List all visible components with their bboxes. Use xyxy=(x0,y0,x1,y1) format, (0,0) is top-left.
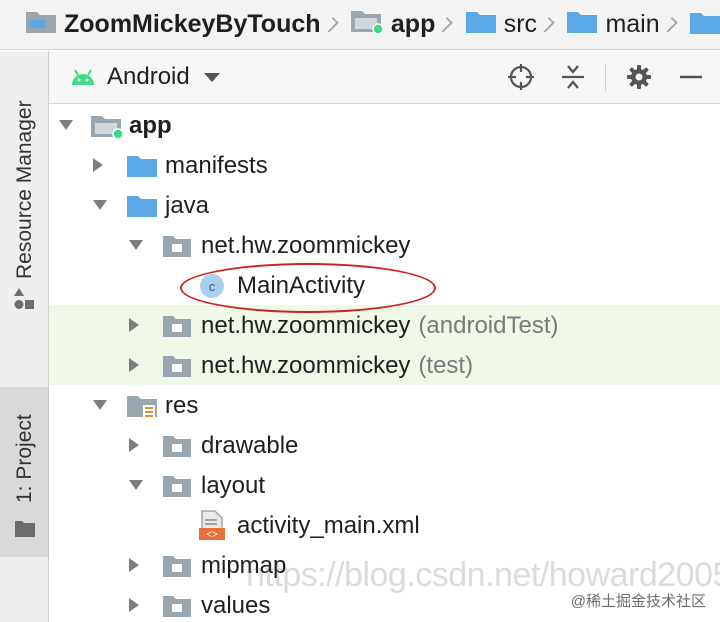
collapse-arrow-icon[interactable] xyxy=(93,158,103,172)
chevron-right-icon xyxy=(539,16,556,33)
package-icon xyxy=(163,353,191,384)
folder-icon xyxy=(567,9,598,40)
gear-icon xyxy=(627,65,651,89)
folder-icon xyxy=(15,521,35,537)
tree-node-res[interactable]: res xyxy=(49,385,720,425)
resource-manager-label: Resource Manager xyxy=(13,100,36,279)
shapes-icon xyxy=(14,288,34,309)
folder-icon xyxy=(465,9,496,40)
tree-node-net-hw-zoommickey[interactable]: net.hw.zoommickey (androidTest) xyxy=(49,305,720,345)
collapse-all-button[interactable] xyxy=(557,61,589,93)
tree-node-suffix: (androidTest) xyxy=(418,312,559,339)
package-icon xyxy=(163,313,191,344)
tree-node-activity-main-xml[interactable]: <> activity_main.xml xyxy=(49,505,720,545)
toolbar-divider xyxy=(605,63,606,91)
tree-node-label: net.hw.zoommickey xyxy=(201,232,411,259)
breadcrumb-item-src[interactable]: src xyxy=(465,9,538,40)
res-folder-icon xyxy=(127,393,157,426)
tree-node-label: layout xyxy=(201,472,266,499)
tree-node-label: activity_main.xml xyxy=(237,512,420,539)
tree-node-net-hw-zoommickey[interactable]: net.hw.zoommickey xyxy=(49,225,720,265)
expand-arrow-icon[interactable] xyxy=(129,240,143,250)
tree-node-app[interactable]: app xyxy=(49,105,720,145)
collapse-all-icon xyxy=(562,65,584,89)
locate-file-button[interactable] xyxy=(505,61,537,93)
breadcrumb-item-app[interactable]: app xyxy=(350,8,436,41)
project-tab-label: 1: Project xyxy=(13,414,36,503)
folder-icon xyxy=(127,193,157,224)
android-icon xyxy=(72,69,94,85)
breadcrumb-label: ZoomMickeyByTouch xyxy=(64,10,321,38)
chevron-down-icon xyxy=(203,72,220,82)
settings-button[interactable] xyxy=(623,61,655,93)
tree-node-manifests[interactable]: manifests xyxy=(49,145,720,185)
project-folder-icon xyxy=(26,9,56,40)
collapse-arrow-icon[interactable] xyxy=(129,318,139,332)
folder-icon xyxy=(690,10,720,39)
collapse-arrow-icon[interactable] xyxy=(129,558,139,572)
package-icon xyxy=(163,473,191,504)
package-icon xyxy=(163,433,191,464)
tree-node-label: app xyxy=(129,112,172,139)
package-icon xyxy=(163,233,191,264)
minimize-icon xyxy=(680,75,702,79)
tree-node-suffix: (test) xyxy=(418,352,474,379)
tree-node-drawable[interactable]: drawable xyxy=(49,425,720,465)
tree-node-label: res xyxy=(165,392,199,419)
tree-node-label: drawable xyxy=(201,432,299,459)
left-tool-strip: Resource Manager 1: Project xyxy=(0,51,49,622)
tree-node-label: values xyxy=(201,592,271,619)
view-selector[interactable]: Android xyxy=(69,61,220,93)
crosshair-icon xyxy=(508,64,534,90)
collapse-arrow-icon[interactable] xyxy=(129,438,139,452)
breadcrumb-item-zoommickeybytouch[interactable]: ZoomMickeyByTouch xyxy=(26,9,321,40)
tree-node-layout[interactable]: layout xyxy=(49,465,720,505)
collapse-arrow-icon[interactable] xyxy=(129,598,139,612)
tree-node-label: java xyxy=(165,192,210,219)
module-folder-icon xyxy=(350,8,384,41)
package-icon xyxy=(163,593,191,622)
expand-arrow-icon[interactable] xyxy=(59,120,73,130)
chevron-right-icon xyxy=(437,16,454,33)
expand-arrow-icon[interactable] xyxy=(93,400,107,410)
collapse-arrow-icon[interactable] xyxy=(129,358,139,372)
annotation-oval xyxy=(180,263,436,313)
expand-arrow-icon[interactable] xyxy=(93,200,107,210)
package-icon xyxy=(163,553,191,584)
watermark-credit: @稀土掘金技术社区 xyxy=(570,593,706,610)
tree-node-java[interactable]: java xyxy=(49,185,720,225)
tree-node-label: net.hw.zoommickey xyxy=(201,352,411,379)
svg-text:<>: <> xyxy=(206,531,218,541)
tree-node-net-hw-zoommickey[interactable]: net.hw.zoommickey (test) xyxy=(49,345,720,385)
expand-arrow-icon[interactable] xyxy=(129,480,143,490)
breadcrumb-label: main xyxy=(605,10,660,38)
hide-panel-button[interactable] xyxy=(675,61,707,93)
breadcrumb-label: app xyxy=(390,10,436,38)
resource-manager-tab[interactable]: Resource Manager xyxy=(0,61,48,361)
breadcrumb-item-main[interactable]: main xyxy=(567,9,660,40)
project-tab[interactable]: 1: Project xyxy=(0,387,49,557)
module-folder-icon xyxy=(91,113,124,146)
project-toolbar: Android xyxy=(49,51,720,104)
breadcrumb-label: src xyxy=(503,10,538,38)
folder-icon xyxy=(127,153,157,184)
project-tree: app manifests java net.hw.zoommickey c MainAc… xyxy=(49,105,720,622)
breadcrumb: ZoomMickeyByTouch app src main xyxy=(0,0,720,50)
chevron-right-icon xyxy=(661,16,678,33)
tree-node-label: manifests xyxy=(165,152,268,179)
chevron-right-icon xyxy=(322,16,339,33)
tree-node-label: net.hw.zoommickey xyxy=(201,312,411,339)
xml-file-icon: <> xyxy=(199,510,225,547)
view-selector-label: Android xyxy=(107,63,190,90)
